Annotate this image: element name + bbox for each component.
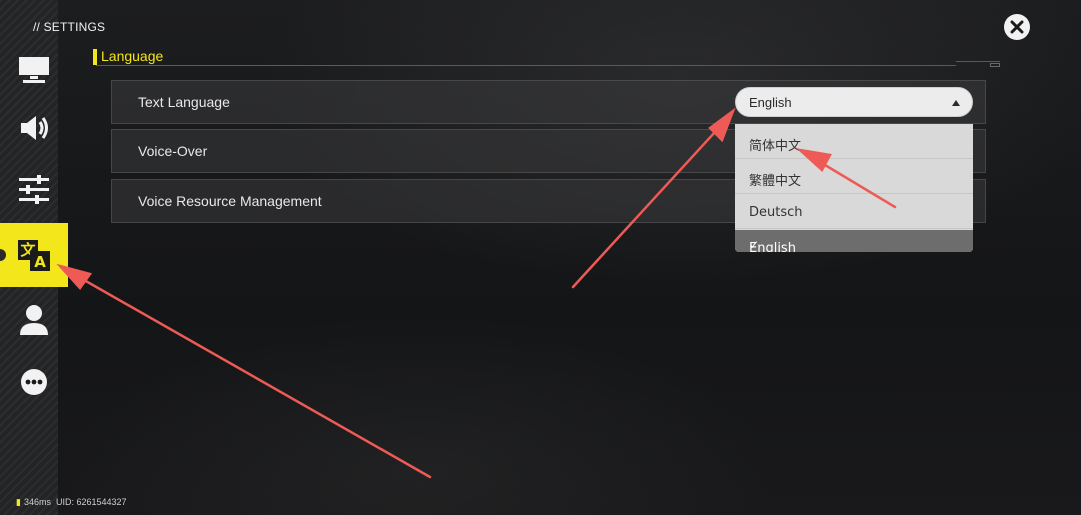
caret-up-icon bbox=[952, 100, 960, 106]
setting-label: Voice-Over bbox=[138, 143, 208, 159]
sidebar-item-display[interactable] bbox=[0, 38, 68, 102]
page-title: // SETTINGS bbox=[33, 20, 106, 34]
sliders-icon bbox=[19, 175, 49, 204]
signal-icon: ▮ bbox=[16, 497, 21, 507]
translate-icon: 文 A bbox=[18, 240, 50, 271]
sidebar-item-controls[interactable] bbox=[0, 157, 68, 221]
check-icon: ✓ bbox=[749, 238, 760, 252]
dropdown-option[interactable]: Deutsch bbox=[735, 194, 973, 229]
background bbox=[0, 0, 1081, 515]
svg-text:A: A bbox=[34, 253, 46, 271]
sidebar-item-language[interactable]: 文 A bbox=[0, 223, 68, 287]
ellipsis-icon bbox=[21, 369, 47, 395]
dropdown-option-selected[interactable]: English ✓ bbox=[735, 230, 973, 252]
text-language-select[interactable]: English bbox=[735, 87, 973, 117]
monitor-icon bbox=[19, 57, 49, 83]
sidebar-item-audio[interactable] bbox=[0, 96, 68, 160]
section-divider bbox=[96, 65, 956, 66]
sidebar-item-account[interactable] bbox=[0, 288, 68, 352]
ping-value: 346ms bbox=[23, 497, 51, 507]
speaker-icon bbox=[21, 116, 48, 140]
uid-text: UID: 6261544327 bbox=[55, 497, 127, 507]
section-accent-bar bbox=[93, 49, 97, 65]
close-button[interactable] bbox=[1004, 14, 1030, 40]
status-bar: ▮ 346ms UID: 6261544327 bbox=[16, 497, 127, 508]
option-label: 简体中文 bbox=[749, 139, 802, 154]
person-icon bbox=[20, 305, 48, 335]
close-x-icon bbox=[1010, 20, 1024, 34]
option-label: Deutsch bbox=[749, 205, 803, 220]
setting-label: Voice Resource Management bbox=[138, 193, 322, 209]
sidebar: 文 A bbox=[0, 0, 68, 515]
select-value: English bbox=[749, 95, 792, 110]
section-title: Language bbox=[101, 48, 164, 64]
setting-label: Text Language bbox=[138, 94, 230, 110]
language-dropdown-list[interactable]: 简体中文 繁體中文 Deutsch English ✓ bbox=[735, 124, 973, 252]
sidebar-item-more[interactable] bbox=[0, 350, 68, 414]
option-label: 繁體中文 bbox=[749, 174, 802, 189]
section-divider-ornament bbox=[956, 61, 1000, 67]
dropdown-option[interactable]: 简体中文 bbox=[735, 124, 973, 159]
dropdown-option[interactable]: 繁體中文 bbox=[735, 159, 973, 194]
